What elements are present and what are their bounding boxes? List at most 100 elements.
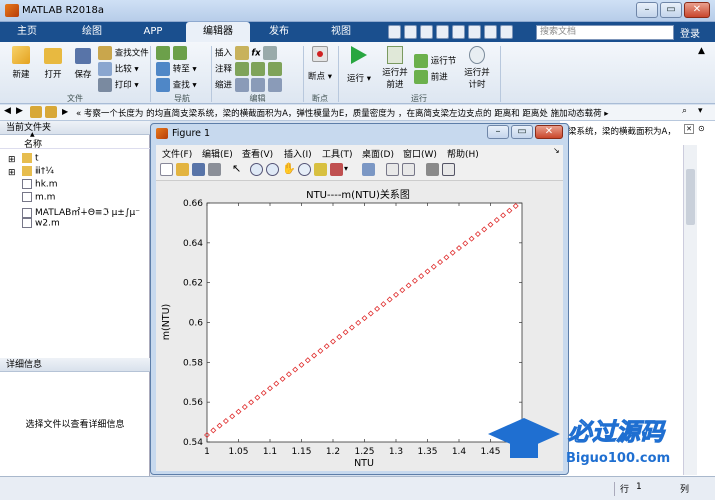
tab-plots[interactable]: 绘图 [68,22,116,42]
save-quick-icon[interactable] [388,25,401,39]
m-file-icon [22,218,32,228]
print-figure-icon[interactable] [208,163,221,176]
run-and-advance-button[interactable]: 运行并 前进 [378,46,412,90]
plot-axes-area[interactable] [206,202,523,443]
watermark-text: 必过源码 [568,418,666,446]
nav-arrows[interactable] [156,46,187,60]
name-column-header[interactable]: 名称 [24,137,42,150]
list-item[interactable]: ⅲ†¼ [22,166,54,177]
tab-publish[interactable]: 发布 [254,22,304,42]
legend-icon[interactable] [402,163,415,176]
folder-column-header[interactable]: 名称 ▲ [0,131,150,150]
data-cursor-icon[interactable] [314,163,327,176]
figure-close-button[interactable]: ✕ [535,125,563,139]
forward-icon[interactable]: ▶ [16,106,23,116]
new-button[interactable]: 新建 [6,46,36,80]
close-button[interactable]: ✕ [684,2,710,18]
list-item[interactable]: t [22,153,39,164]
print-button[interactable]: 打印 ▾ [98,78,139,92]
current-folder-panel: 当前文件夹 名称 ▲ ⊞ t ⊞ ⅲ†¼ hk.m m.m MATLAB㎡∔Θ≡… [0,121,150,496]
uncomment-icon [251,62,266,76]
file-name: MATLAB㎡∔Θ≡ℑ µ±∫µ⁻ [35,208,141,218]
zoom-in-icon[interactable] [250,163,263,176]
run-section-icon [414,54,428,68]
menu-dock-icon[interactable]: ↘ [553,146,560,155]
run-button[interactable]: 运行 ▾ [344,46,374,84]
expand-icon[interactable]: ⊞ [8,155,16,165]
comment-button[interactable]: 注释 [215,62,283,76]
colorbar-icon[interactable] [386,163,399,176]
link-plot-icon[interactable] [362,163,375,176]
breakpoints-button[interactable]: 断点 ▾ [306,46,334,82]
brush-icon[interactable] [330,163,343,176]
run-and-time-button[interactable]: 运行并 计时 [460,46,494,90]
up-folder-icon[interactable] [30,106,42,118]
indent-button[interactable]: 缩进 [215,78,283,92]
save-disk-icon [75,48,91,64]
open-button[interactable]: 打开 [38,46,68,80]
zoom-out-icon[interactable] [266,163,279,176]
select-arrow-icon[interactable]: ↖ [232,162,241,175]
new-figure-icon[interactable] [160,163,173,176]
path-dropdown-icon[interactable]: ▾ [698,106,703,116]
switch-windows-icon[interactable] [484,25,497,39]
run-section-button[interactable]: 运行节 [414,54,456,68]
list-item[interactable]: m.m [22,192,55,203]
run-advance-label-1: 运行并 [382,68,408,78]
editor-close-icon[interactable]: ✕ [684,124,694,134]
tab-view[interactable]: 视图 [316,22,366,42]
tab-apps[interactable]: APP [128,22,178,42]
find-button[interactable]: 查找 ▾ [156,78,197,92]
browse-folder-icon[interactable] [45,106,57,118]
login-link[interactable]: 登录 [680,25,700,40]
figure-minimize-button[interactable]: – [487,125,509,139]
copy-quick-icon[interactable] [420,25,433,39]
back-icon[interactable]: ◀ [4,106,11,116]
search-docs-input[interactable]: 搜索文档 [536,25,674,40]
save-button[interactable]: 保存 [68,46,98,80]
x-tick-label: 1.4 [452,447,467,457]
function-icon [263,46,278,60]
scrollbar-thumb[interactable] [686,169,695,225]
paste-quick-icon[interactable] [436,25,449,39]
goto-button[interactable]: 转至 ▾ [156,62,197,76]
run-advance-icon [387,46,403,64]
collapse-ribbon-icon[interactable]: ▲ [698,46,705,56]
x-tick-label: 1.05 [228,447,248,457]
figure-maximize-button[interactable]: ▭ [511,125,533,139]
list-item[interactable]: hk.m [22,179,58,190]
current-folder-header: 当前文件夹 [0,121,150,135]
compare-button[interactable]: 比较 ▾ [98,62,139,76]
insert-button[interactable]: 插入 fx [215,46,278,60]
tab-editor[interactable]: 编辑器 [186,22,250,42]
advance-button[interactable]: 前进 [414,70,448,84]
cut-quick-icon[interactable] [404,25,417,39]
show-plot-tools-icon[interactable] [442,163,455,176]
save-figure-icon[interactable] [192,163,205,176]
hide-plot-tools-icon[interactable] [426,163,439,176]
editor-menu-icon[interactable]: ⊙ [698,124,705,133]
tab-home[interactable]: 主页 [6,22,48,42]
search-folder-icon[interactable]: ⌕ [682,106,687,116]
y-tick-label: 0.54 [183,438,203,448]
matlab-logo-icon [5,4,19,17]
expand-icon[interactable]: ⊞ [8,168,16,178]
minimize-button[interactable]: – [636,2,658,18]
file-group-label: 文件 [67,94,83,103]
undo-quick-icon[interactable] [452,25,465,39]
redo-quick-icon[interactable] [468,25,481,39]
run-time-label-2: 计时 [468,80,486,90]
open-file-icon[interactable] [176,163,189,176]
maximize-button[interactable]: ▭ [660,2,682,18]
list-item[interactable]: MATLAB㎡∔Θ≡ℑ µ±∫µ⁻ [22,205,140,218]
help-quick-icon[interactable] [500,25,513,39]
brush-dropdown-icon[interactable]: ▾ [344,164,348,173]
pan-hand-icon[interactable]: ✋ [282,162,296,175]
insert-icon [234,46,249,60]
list-item[interactable]: w2.m [22,218,60,229]
current-path[interactable]: « 考察一个长度为 的均直简支梁系统，梁的横截面积为A，弹性模量为E，质量密度为… [76,107,609,119]
rotate-3d-icon[interactable] [298,163,311,176]
figure-title: Figure 1 [172,128,211,139]
find-files-button[interactable]: 查找文件 [98,46,149,60]
save-label: 保存 [74,70,92,80]
